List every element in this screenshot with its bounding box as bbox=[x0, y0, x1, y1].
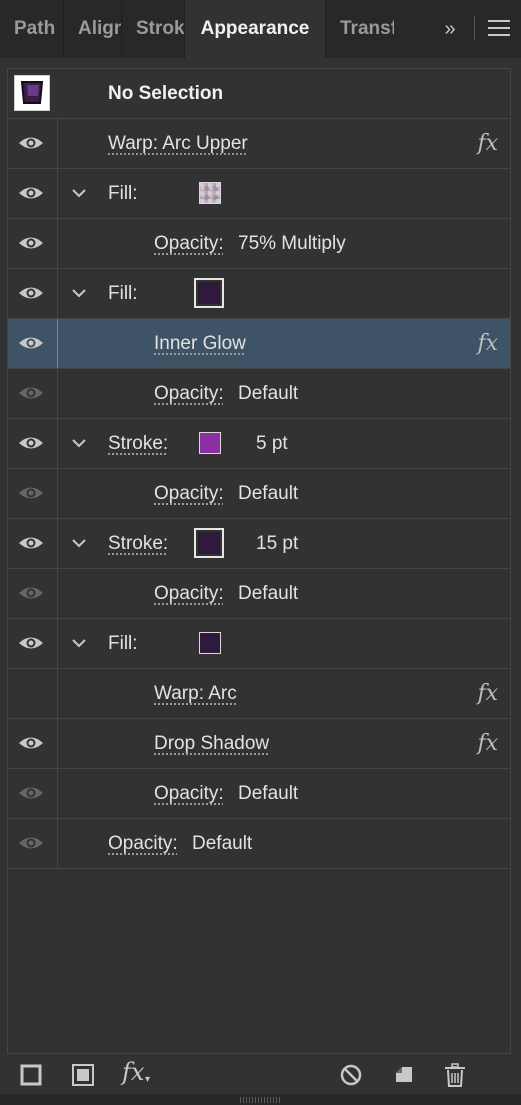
opacity-link[interactable]: Opacity: bbox=[154, 469, 224, 519]
visibility-eye-icon[interactable] bbox=[18, 784, 44, 802]
appearance-row-fill[interactable]: Fill: bbox=[8, 619, 510, 669]
appearance-row-opacity[interactable]: Opacity: Default bbox=[8, 369, 510, 419]
effect-link-inner-glow[interactable]: Inner Glow bbox=[154, 319, 246, 369]
panel-menu-icon[interactable] bbox=[488, 20, 510, 36]
appearance-row-fill-pattern[interactable]: Fill: bbox=[8, 169, 510, 219]
opacity-link[interactable]: Opacity: bbox=[154, 219, 224, 269]
panel-bottom-toolbar: fx ▾ bbox=[0, 1056, 521, 1092]
add-stroke-icon[interactable] bbox=[18, 1062, 44, 1088]
stroke-swatch[interactable] bbox=[199, 432, 221, 454]
chevron-down-icon[interactable] bbox=[71, 185, 87, 201]
tab-overflow-button[interactable]: » bbox=[432, 0, 468, 58]
appearance-row-opacity[interactable]: Opacity: Default bbox=[8, 469, 510, 519]
visibility-eye-icon[interactable] bbox=[18, 384, 44, 402]
opacity-value: Default bbox=[192, 833, 253, 854]
appearance-row-drop-shadow[interactable]: Drop Shadow fx bbox=[8, 719, 510, 769]
stroke-link[interactable]: Stroke: bbox=[108, 519, 168, 569]
chevron-down-icon[interactable] bbox=[71, 635, 87, 651]
visibility-eye-icon[interactable] bbox=[18, 334, 44, 352]
selection-header-row: No Selection bbox=[8, 69, 510, 119]
appearance-row-stroke-5pt[interactable]: Stroke: 5 pt bbox=[8, 419, 510, 469]
effect-link-warp-arc[interactable]: Warp: Arc bbox=[154, 669, 237, 719]
fill-swatch[interactable] bbox=[199, 632, 221, 654]
panel-resize-grip[interactable] bbox=[0, 1094, 521, 1105]
appearance-row-fill-dark[interactable]: Fill: bbox=[8, 269, 510, 319]
stroke-link[interactable]: Stroke: bbox=[108, 419, 168, 469]
fill-label: Fill: bbox=[108, 633, 138, 654]
delete-item-icon[interactable] bbox=[442, 1062, 468, 1088]
visibility-eye-icon[interactable] bbox=[18, 584, 44, 602]
tab-transform[interactable]: Transform bbox=[326, 0, 394, 58]
tab-path[interactable]: Path bbox=[0, 0, 64, 58]
panel-tab-bar: Path Align Stroke Appearance Transform » bbox=[0, 0, 521, 58]
stroke-swatch[interactable] bbox=[194, 528, 224, 558]
opacity-value: Default bbox=[238, 483, 299, 504]
tab-align[interactable]: Align bbox=[64, 0, 122, 58]
appearance-row-object-opacity[interactable]: Opacity: Default bbox=[8, 819, 510, 869]
opacity-link[interactable]: Opacity: bbox=[154, 369, 224, 419]
opacity-value: Default bbox=[238, 583, 299, 604]
fx-icon: fx bbox=[477, 731, 498, 756]
opacity-link[interactable]: Opacity: bbox=[108, 819, 178, 869]
fx-menu-icon[interactable]: fx bbox=[122, 1058, 144, 1086]
fx-icon: fx bbox=[477, 331, 498, 356]
opacity-link[interactable]: Opacity: bbox=[154, 769, 224, 819]
appearance-row-warp-arc[interactable]: Warp: Arc fx bbox=[8, 669, 510, 719]
stroke-weight-value[interactable]: 5 pt bbox=[256, 419, 288, 469]
stroke-weight-value[interactable]: 15 pt bbox=[256, 519, 298, 569]
clear-appearance-icon[interactable] bbox=[338, 1062, 364, 1088]
fill-swatch[interactable] bbox=[199, 182, 221, 204]
selection-thumbnail bbox=[14, 75, 50, 111]
appearance-row-inner-glow[interactable]: Inner Glow fx bbox=[8, 319, 510, 369]
fx-menu-caret-icon[interactable]: ▾ bbox=[145, 1074, 150, 1085]
opacity-value: 75% Multiply bbox=[238, 233, 346, 254]
fill-label: Fill: bbox=[108, 183, 138, 204]
visibility-eye-icon[interactable] bbox=[18, 284, 44, 302]
tab-stroke[interactable]: Stroke bbox=[122, 0, 185, 58]
appearance-row-opacity[interactable]: Opacity: Default bbox=[8, 769, 510, 819]
effect-link-warp-arc-upper[interactable]: Warp: Arc Upper bbox=[108, 119, 248, 169]
appearance-panel: No Selection Warp: Arc Upper fx Fill: Op… bbox=[7, 68, 511, 1054]
visibility-eye-icon[interactable] bbox=[18, 484, 44, 502]
chevron-down-icon[interactable] bbox=[71, 285, 87, 301]
opacity-value: Default bbox=[238, 383, 299, 404]
visibility-eye-icon[interactable] bbox=[18, 434, 44, 452]
appearance-row-opacity[interactable]: Opacity: Default bbox=[8, 569, 510, 619]
appearance-row-stroke-15pt[interactable]: Stroke: 15 pt bbox=[8, 519, 510, 569]
opacity-value: Default bbox=[238, 783, 299, 804]
appearance-row-warp-arc-upper[interactable]: Warp: Arc Upper fx bbox=[8, 119, 510, 169]
opacity-link[interactable]: Opacity: bbox=[154, 569, 224, 619]
fx-icon: fx bbox=[477, 681, 498, 706]
duplicate-item-icon[interactable] bbox=[391, 1062, 417, 1088]
tab-divider bbox=[474, 16, 475, 40]
add-fill-icon[interactable] bbox=[70, 1062, 96, 1088]
visibility-eye-icon[interactable] bbox=[18, 134, 44, 152]
visibility-eye-icon[interactable] bbox=[18, 534, 44, 552]
visibility-eye-icon[interactable] bbox=[18, 184, 44, 202]
tab-appearance[interactable]: Appearance bbox=[185, 0, 326, 58]
visibility-eye-icon[interactable] bbox=[18, 634, 44, 652]
fx-icon: fx bbox=[477, 131, 498, 156]
fill-label: Fill: bbox=[108, 283, 138, 304]
page-title: No Selection bbox=[108, 83, 224, 104]
visibility-eye-icon[interactable] bbox=[18, 734, 44, 752]
effect-link-drop-shadow[interactable]: Drop Shadow bbox=[154, 719, 269, 769]
visibility-eye-icon[interactable] bbox=[18, 834, 44, 852]
chevron-down-icon[interactable] bbox=[71, 535, 87, 551]
visibility-eye-icon[interactable] bbox=[18, 234, 44, 252]
chevron-down-icon[interactable] bbox=[71, 435, 87, 451]
appearance-row-opacity[interactable]: Opacity: 75% Multiply bbox=[8, 219, 510, 269]
fill-swatch[interactable] bbox=[194, 278, 224, 308]
